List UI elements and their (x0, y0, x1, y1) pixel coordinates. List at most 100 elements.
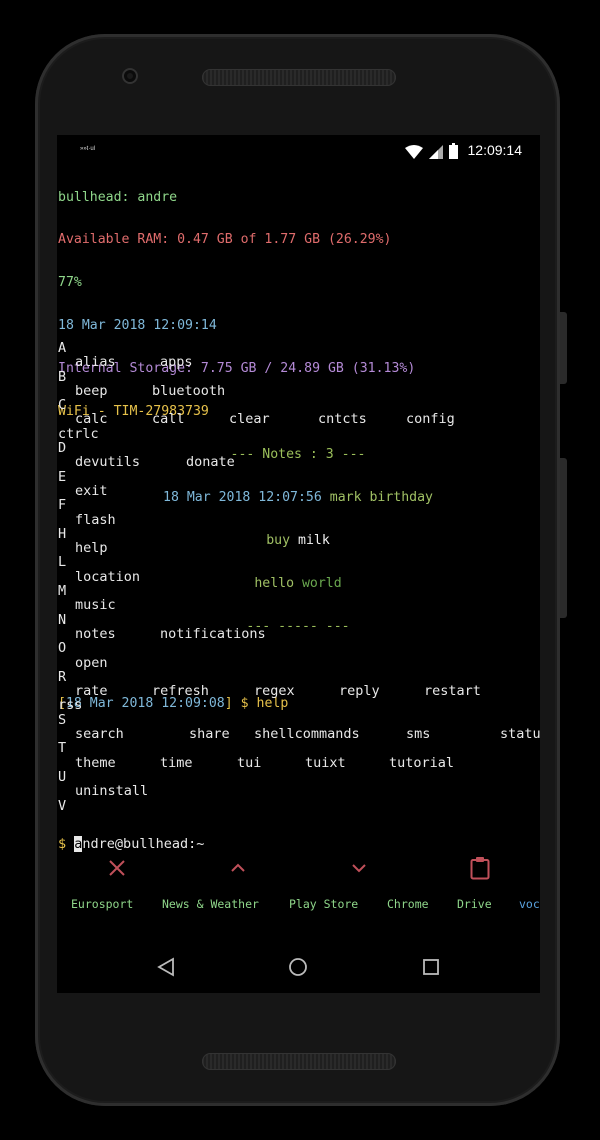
help-output: Aalias apps Bbeep bluetooth Ccalc call clear cn… (58, 340, 540, 814)
help-command[interactable]: apps (160, 355, 193, 370)
help-command-row: notes notifications (58, 627, 538, 642)
help-command[interactable]: search (75, 727, 124, 742)
help-letter-heading: F (58, 497, 67, 514)
help-command[interactable]: restart (424, 684, 481, 699)
help-command[interactable]: notes (75, 627, 116, 642)
help-command[interactable]: tuixt (305, 755, 346, 770)
help-command-row: alias apps (58, 355, 538, 370)
home-button[interactable] (286, 955, 310, 979)
help-letter-heading: U (58, 768, 67, 785)
help-command[interactable]: time (160, 755, 193, 770)
bottom-speaker (202, 1053, 396, 1070)
help-command[interactable]: alias (75, 355, 116, 370)
help-command-row: help (58, 541, 538, 556)
help-letter-heading: O (58, 640, 67, 657)
help-command[interactable]: refresh (152, 684, 209, 699)
help-command[interactable]: devutils (75, 455, 140, 470)
help-letter-heading: V (58, 797, 67, 814)
help-command-row: theme time tui tuixt tutorial (58, 755, 538, 770)
help-command[interactable]: theme (75, 755, 116, 770)
datetime-info: 18 Mar 2018 12:09:14 (58, 318, 217, 334)
help-command[interactable]: notifications (160, 627, 266, 642)
help-command-row: uninstall (58, 784, 538, 799)
help-command[interactable]: reply (339, 684, 380, 699)
help-command[interactable]: donate (186, 455, 235, 470)
help-command[interactable]: sms (406, 727, 430, 742)
navigation-bar (57, 947, 540, 987)
help-command[interactable]: open (75, 655, 108, 670)
top-speaker (202, 69, 396, 86)
help-command[interactable]: clear (229, 412, 270, 427)
input-field[interactable]: ndre@bullhead:~ (82, 836, 204, 852)
help-command[interactable]: shellcommands (254, 727, 360, 742)
help-letter-heading: M (58, 583, 67, 600)
help-letter-heading: A (58, 340, 67, 356)
help-command[interactable]: status (500, 727, 540, 742)
help-command[interactable]: music (75, 598, 116, 613)
help-command[interactable]: help (75, 541, 108, 556)
back-icon (157, 957, 174, 977)
help-command[interactable]: share (189, 727, 230, 742)
suggestion-voc[interactable]: voc (519, 897, 540, 911)
help-letter-heading: T (58, 740, 67, 757)
help-command-row: open (58, 655, 538, 670)
battery-icon (449, 143, 458, 164)
front-camera (122, 68, 138, 84)
help-letter-heading: N (58, 611, 67, 628)
terminal-toolbar (57, 853, 540, 883)
history-up-button[interactable] (223, 853, 253, 883)
help-command[interactable]: calc (75, 412, 108, 427)
help-letter-heading: C (58, 397, 67, 414)
help-command-row: location (58, 569, 538, 584)
status-bar: »»t·ul 12:09:14 (57, 135, 540, 165)
help-letter-heading: H (58, 525, 67, 542)
chevron-up-icon (231, 863, 245, 872)
ram-info: Available RAM: 0.47 GB of 1.77 GB (26.29… (58, 232, 392, 248)
help-command-row: flash (58, 512, 538, 527)
help-command[interactable]: rate (75, 684, 108, 699)
suggestion-play-store[interactable]: Play Store (289, 897, 358, 911)
help-letter-heading: E (58, 468, 67, 485)
close-icon (109, 860, 125, 876)
help-command[interactable]: exit (75, 484, 108, 499)
home-icon (289, 958, 307, 976)
volume-rocker (560, 458, 567, 618)
screen: »»t·ul 12:09:14 bullhead: andre Availabl… (57, 135, 540, 993)
recents-button[interactable] (419, 955, 443, 979)
help-command[interactable]: config (406, 412, 455, 427)
help-command[interactable]: call (152, 412, 185, 427)
history-down-button[interactable] (344, 853, 374, 883)
help-command-overflow: rss (58, 697, 83, 714)
suggestion-eurosport[interactable]: Eurosport (71, 897, 133, 911)
clear-input-button[interactable] (102, 853, 132, 883)
help-command[interactable]: bluetooth (152, 384, 225, 399)
help-letter-heading: R (58, 668, 67, 685)
help-command[interactable]: tui (237, 755, 261, 770)
help-command[interactable]: regex (254, 684, 295, 699)
power-button (560, 312, 567, 384)
back-button[interactable] (154, 955, 178, 979)
help-command[interactable]: beep (75, 384, 108, 399)
chevron-down-icon (352, 864, 366, 873)
help-command[interactable]: tutorial (389, 755, 454, 770)
help-command[interactable]: uninstall (75, 784, 148, 799)
status-clock: 12:09:14 (467, 142, 523, 158)
suggestion-chrome[interactable]: Chrome (387, 897, 429, 911)
suggestion-drive[interactable]: Drive (457, 897, 492, 911)
suggestion-news-weather[interactable]: News & Weather (162, 897, 259, 911)
help-letter-heading: L (58, 554, 67, 571)
help-command-row: rate refresh regex reply restart (58, 684, 538, 699)
help-command[interactable]: flash (75, 512, 116, 527)
help-command[interactable]: location (75, 569, 140, 584)
help-command-row: devutils donate (58, 455, 538, 470)
help-command-row: exit (58, 484, 538, 499)
input-line[interactable]: $ andre@bullhead:~ (58, 836, 204, 852)
battery-info: 77% (58, 275, 82, 291)
app-suggestions: Eurosport News & Weather Play Store Chro… (57, 897, 540, 917)
help-command[interactable]: cntcts (318, 412, 367, 427)
paste-button[interactable] (465, 853, 495, 883)
help-letter-heading: B (58, 368, 67, 385)
help-letter-heading: D (58, 440, 67, 457)
help-command-row: beep bluetooth (58, 384, 538, 399)
help-command-row: music (58, 598, 538, 613)
